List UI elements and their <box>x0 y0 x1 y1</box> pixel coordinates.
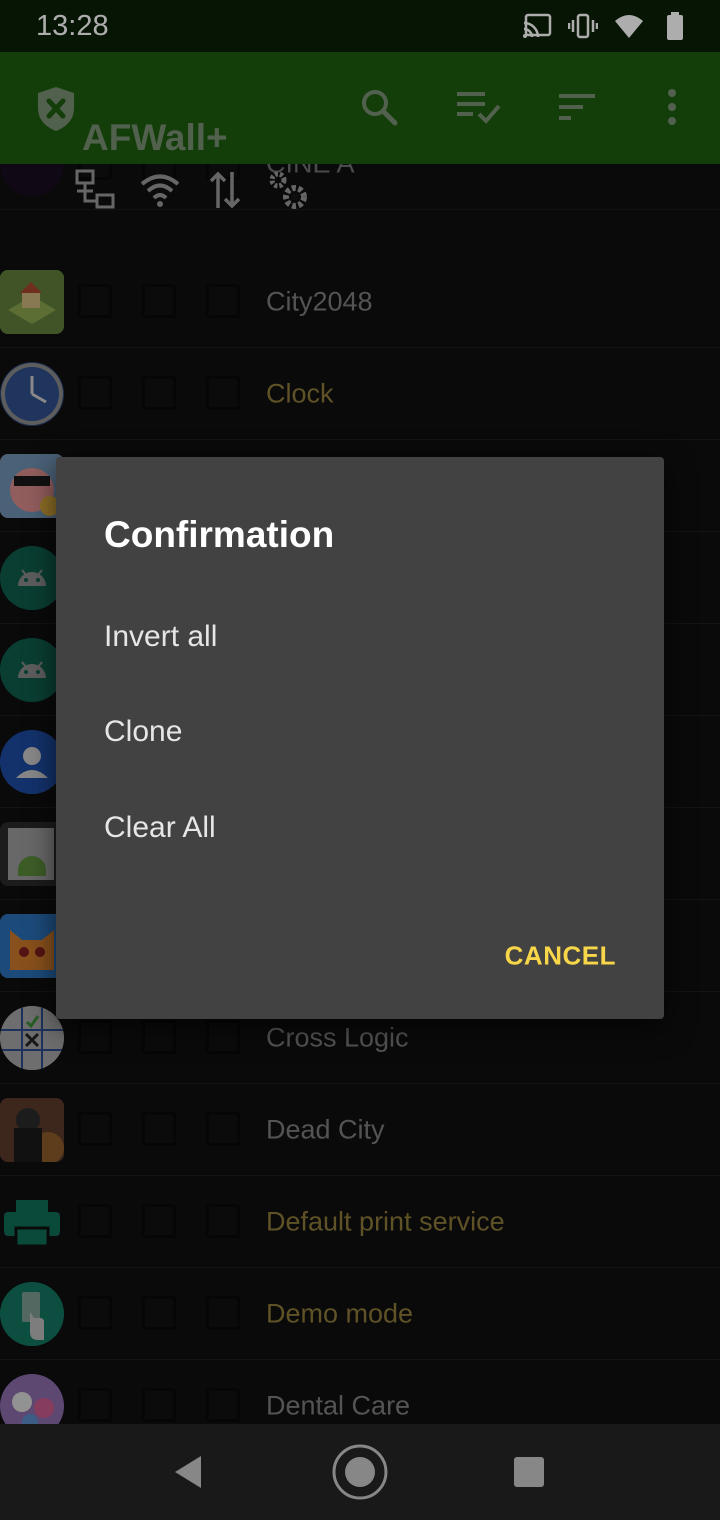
dialog-title: Confirmation <box>104 514 335 555</box>
confirmation-dialog: Confirmation Invert all Clone Clear All … <box>56 457 664 1019</box>
mobile-data-icon[interactable] <box>203 168 247 212</box>
column-headers <box>0 164 720 216</box>
lan-icon[interactable] <box>74 168 118 212</box>
settings-icon[interactable] <box>266 168 310 212</box>
option-clone[interactable]: Clone <box>104 715 182 749</box>
cancel-button[interactable]: CANCEL <box>505 941 616 972</box>
wifi-icon[interactable] <box>138 168 182 212</box>
option-clear-all[interactable]: Clear All <box>104 811 216 845</box>
option-invert-all[interactable]: Invert all <box>104 620 217 654</box>
